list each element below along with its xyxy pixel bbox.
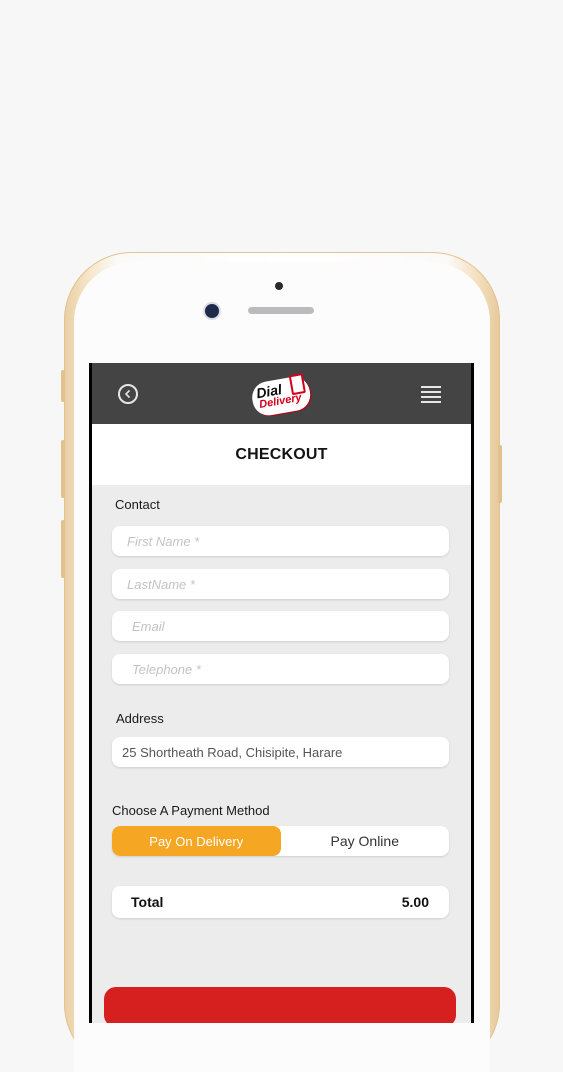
contact-section-label: Contact [115, 497, 160, 512]
telephone-field-wrap [112, 654, 449, 684]
total-value: 5.00 [401, 894, 429, 910]
earpiece-speaker [248, 307, 314, 314]
last-name-field[interactable] [112, 576, 449, 592]
back-arrow-circle-icon[interactable] [118, 384, 138, 404]
phone-volume-down [61, 520, 65, 578]
page-header: CHECKOUT [92, 424, 471, 485]
hamburger-menu-icon[interactable] [421, 386, 441, 403]
phone-mute-switch [61, 370, 65, 402]
phone-icon [288, 373, 306, 396]
total-label: Total [131, 894, 164, 910]
front-camera [205, 304, 219, 318]
app-topbar: Dial Delivery [92, 363, 471, 424]
page-title: CHECKOUT [235, 445, 328, 463]
payment-method-label: Choose A Payment Method [112, 803, 270, 818]
pay-online-option[interactable]: Pay Online [281, 826, 450, 856]
last-name-field-wrap [112, 569, 449, 599]
first-name-field-wrap [112, 526, 449, 556]
email-field[interactable] [112, 618, 449, 634]
dial-delivery-logo: Dial Delivery [247, 370, 317, 421]
first-name-field[interactable] [112, 533, 449, 549]
checkout-screen: Dial Delivery CHECKOUT Contact Address [92, 363, 471, 1023]
pay-on-delivery-option[interactable]: Pay On Delivery [112, 826, 281, 856]
phone-volume-up [61, 440, 65, 498]
telephone-field[interactable] [112, 661, 449, 677]
address-field[interactable] [112, 744, 449, 760]
payment-method-toggle: Pay On Delivery Pay Online [112, 826, 449, 856]
email-field-wrap [112, 611, 449, 641]
address-section-label: Address [116, 711, 164, 726]
address-field-wrap [112, 737, 449, 767]
confirm-order-button[interactable] [104, 987, 456, 1023]
phone-screen: Dial Delivery CHECKOUT Contact Address [89, 363, 474, 1023]
proximity-sensor [275, 282, 283, 290]
phone-power-button [498, 445, 502, 503]
total-row: Total 5.00 [112, 886, 449, 918]
